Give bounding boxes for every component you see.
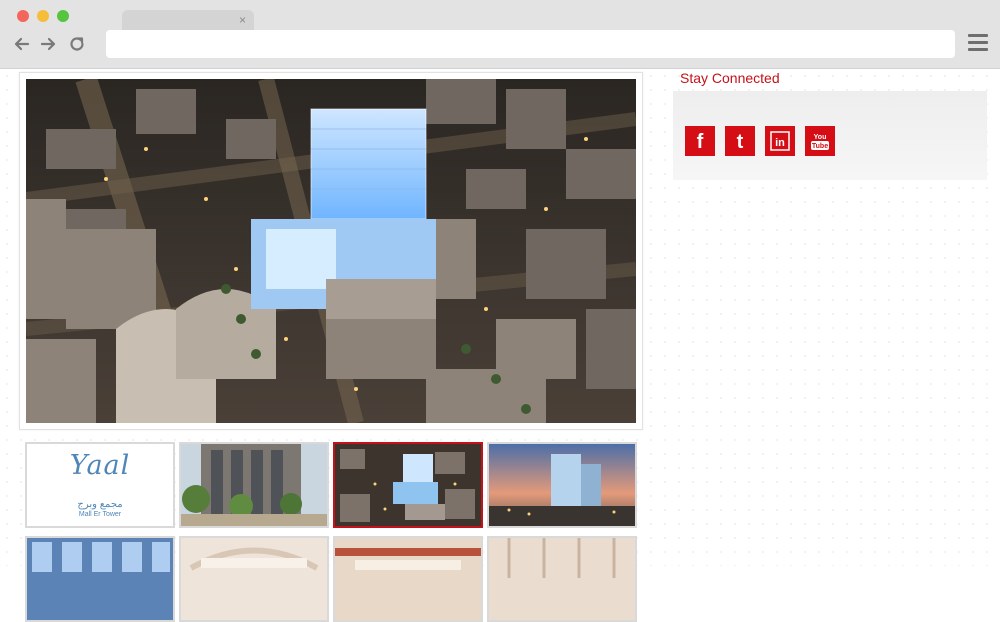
project-logo: Yaal مجمع وبرج Mall Er Tower bbox=[27, 444, 173, 526]
minimize-window-button[interactable] bbox=[37, 10, 49, 22]
forward-arrow-icon[interactable] bbox=[37, 33, 59, 55]
youtube-icon[interactable]: You Tube bbox=[805, 126, 835, 156]
stay-connected-heading: Stay Connected bbox=[680, 70, 780, 86]
maximize-window-button[interactable] bbox=[57, 10, 69, 22]
back-arrow-icon[interactable] bbox=[11, 33, 33, 55]
gallery-main-frame bbox=[19, 72, 643, 430]
svg-text:t: t bbox=[737, 131, 744, 152]
gallery-thumbnail[interactable]: Yaal مجمع وبرج Mall Er Tower bbox=[25, 442, 175, 528]
browser-chrome: × bbox=[0, 0, 1000, 69]
linkedin-icon[interactable]: in bbox=[765, 126, 795, 156]
svg-text:f: f bbox=[697, 131, 704, 152]
facebook-icon[interactable]: f bbox=[685, 126, 715, 156]
main-gallery-image[interactable] bbox=[26, 79, 636, 423]
social-links-panel: f t in You Tube bbox=[673, 91, 987, 180]
gallery-thumbnail[interactable] bbox=[25, 536, 175, 622]
svg-text:You: You bbox=[814, 134, 827, 141]
close-window-button[interactable] bbox=[17, 10, 29, 22]
reload-icon[interactable] bbox=[66, 33, 88, 55]
logo-arabic-text: مجمع وبرج bbox=[77, 499, 123, 510]
svg-text:Tube: Tube bbox=[812, 143, 828, 150]
address-bar[interactable] bbox=[106, 30, 955, 58]
twitter-icon[interactable]: t bbox=[725, 126, 755, 156]
tab-close-icon[interactable]: × bbox=[239, 11, 246, 29]
gallery-thumbnail[interactable] bbox=[179, 442, 329, 528]
gallery-thumbnail[interactable] bbox=[487, 442, 637, 528]
svg-text:in: in bbox=[775, 137, 785, 149]
gallery-thumbnail[interactable] bbox=[487, 536, 637, 622]
gallery-thumbnail[interactable] bbox=[333, 536, 483, 622]
logo-english-text: Mall Er Tower bbox=[78, 511, 122, 518]
gallery-thumbnail[interactable] bbox=[179, 536, 329, 622]
web-page: Yaal مجمع وبرج Mall Er Tower Stay Connec… bbox=[0, 69, 1000, 622]
hamburger-menu-icon[interactable] bbox=[968, 34, 988, 52]
gallery-thumbnail-active[interactable] bbox=[333, 442, 483, 528]
browser-tab[interactable]: × bbox=[122, 10, 254, 30]
logo-script-text: Yaal bbox=[69, 450, 131, 481]
